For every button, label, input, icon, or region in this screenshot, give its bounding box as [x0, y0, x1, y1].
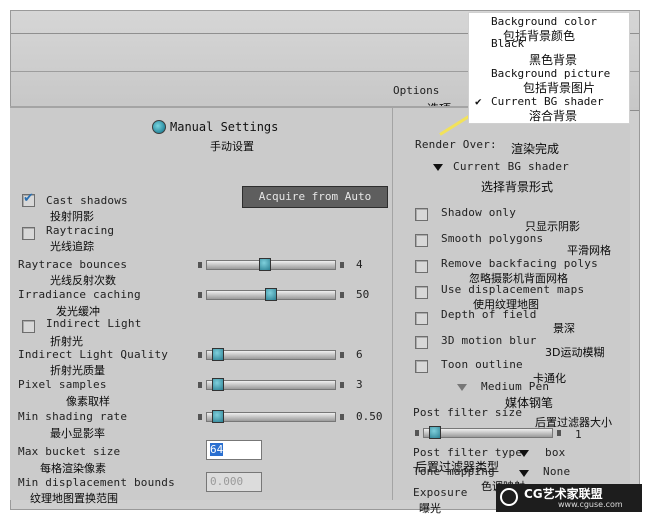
min-shading-rate-label: Min shading rate — [18, 410, 128, 423]
render-over-dropdown-arrow-icon[interactable] — [433, 164, 443, 171]
menu-item-background-picture-zh: 包括背景图片 — [523, 81, 596, 95]
depth-of-field-checkbox[interactable] — [415, 312, 428, 325]
depth-of-field-label: Depth of field — [441, 308, 537, 321]
indirect-light-quality-label: Indirect Light Quality — [18, 348, 169, 361]
watermark-logo-icon — [500, 488, 518, 506]
raytracing-label: Raytracing — [46, 224, 115, 237]
manual-settings-title: Manual Settings — [170, 120, 279, 134]
pixel-samples-value: 3 — [356, 378, 363, 391]
shadow-only-checkbox[interactable] — [415, 208, 428, 221]
irradiance-caching-label: Irradiance caching — [18, 288, 141, 301]
post-filter-type-value: box — [545, 446, 566, 459]
shadow-only-label: Shadow only — [441, 206, 517, 219]
use-displacement-checkbox[interactable] — [415, 286, 428, 299]
motion-blur-zh: 3D运动模糊 — [545, 346, 605, 359]
manual-settings-title-zh: 手动设置 — [210, 140, 254, 153]
post-filter-size-value: 1 — [575, 428, 582, 441]
render-over-zh: 渲染完成 — [511, 142, 560, 156]
raytrace-bounces-label: Raytrace bounces — [18, 258, 128, 271]
render-over-label: Render Over: — [415, 138, 497, 151]
use-displacement-label: Use displacement maps — [441, 283, 585, 296]
remove-backfacing-label: Remove backfacing polys — [441, 257, 598, 270]
indirect-light-label: Indirect Light — [46, 317, 142, 330]
max-bucket-size-label: Max bucket size — [18, 445, 121, 458]
cast-shadows-checkbox[interactable] — [22, 191, 35, 207]
pixel-samples-slider[interactable] — [198, 378, 346, 391]
indirect-light-zh: 折射光 — [50, 335, 83, 348]
post-filter-type-arrow-icon[interactable] — [519, 450, 529, 457]
tone-mapping-label: Tone mapping — [413, 465, 495, 478]
exposure-zh: 曝光 — [419, 502, 441, 515]
irradiance-caching-value: 50 — [356, 288, 370, 301]
exposure-label: Exposure — [413, 486, 468, 499]
post-filter-size-slider[interactable] — [415, 426, 565, 439]
toon-outline-checkbox[interactable] — [415, 360, 428, 373]
min-shading-rate-slider[interactable] — [198, 410, 346, 423]
tone-mapping-arrow-icon[interactable] — [519, 470, 529, 477]
slider-thumb[interactable] — [211, 378, 224, 391]
indirect-light-quality-zh: 折射光质量 — [50, 364, 105, 377]
pen-dropdown-arrow-icon[interactable] — [457, 384, 467, 391]
min-shading-rate-value: 0.50 — [356, 410, 383, 423]
menu-item-black-zh: 黑色背景 — [529, 53, 578, 67]
options-tab-label: Options — [393, 84, 440, 97]
options-panel: Render Over: 渲染完成 Current BG shader 选择背景… — [392, 106, 630, 515]
depth-of-field-zh: 景深 — [553, 322, 575, 335]
check-mark-icon: ✔ — [475, 95, 482, 108]
raytrace-bounces-zh: 光线反射次数 — [50, 274, 116, 287]
slider-thumb[interactable] — [211, 348, 224, 361]
slider-thumb[interactable] — [265, 288, 277, 301]
render-over-dropdown[interactable]: Current BG shader — [453, 160, 569, 173]
toon-outline-label: Toon outline — [441, 358, 523, 371]
motion-blur-label: 3D motion blur — [441, 334, 537, 347]
min-displacement-bounds-input[interactable]: 0.000 — [206, 472, 262, 492]
raytracing-checkbox[interactable] — [22, 227, 35, 240]
pen-dropdown[interactable]: Medium Pen — [481, 380, 549, 393]
manual-settings-radio[interactable] — [152, 120, 166, 134]
cast-shadows-label: Cast shadows — [46, 194, 128, 207]
tone-mapping-dropdown[interactable]: None — [543, 465, 570, 478]
tab-options[interactable]: Options — [393, 84, 439, 97]
raytrace-bounces-value: 4 — [356, 258, 363, 271]
remove-backfacing-checkbox[interactable] — [415, 260, 428, 273]
menu-item-current-bg-shader-zh: 溶合背景 — [529, 109, 578, 123]
menu-item-black[interactable]: Black — [491, 37, 524, 50]
raytracing-zh: 光线追踪 — [50, 240, 94, 253]
min-displacement-bounds-zh: 纹理地图置换范围 — [30, 492, 118, 505]
watermark: CG艺术家联盟 www.cguse.com — [496, 484, 642, 512]
render-over-menu: Background color 包括背景颜色 Black 黑色背景 Backg… — [468, 12, 630, 124]
manual-settings-panel: Manual Settings 手动设置 Cast shadows 投射阴影 A… — [10, 106, 396, 505]
indirect-light-quality-slider[interactable] — [198, 348, 346, 361]
max-bucket-size-zh: 每格渲染像素 — [40, 462, 106, 475]
indirect-light-quality-value: 6 — [356, 348, 363, 361]
smooth-polygons-checkbox[interactable] — [415, 234, 428, 247]
smooth-polygons-zh: 平滑网格 — [567, 244, 611, 257]
min-displacement-bounds-label: Min displacement bounds — [18, 476, 175, 489]
irradiance-caching-slider[interactable] — [198, 288, 346, 301]
watermark-url: www.cguse.com — [558, 500, 623, 509]
max-bucket-size-value: 64 — [210, 443, 224, 456]
raytrace-bounces-slider[interactable] — [198, 258, 346, 271]
slider-thumb[interactable] — [259, 258, 272, 271]
min-shading-rate-zh: 最小显影率 — [50, 427, 105, 440]
render-over-value-zh: 选择背景形式 — [481, 180, 554, 194]
max-bucket-size-input[interactable]: 64 — [206, 440, 262, 460]
slider-thumb[interactable] — [211, 410, 224, 423]
pixel-samples-zh: 像素取样 — [66, 395, 110, 408]
indirect-light-checkbox[interactable] — [22, 320, 35, 333]
slider-thumb[interactable] — [428, 426, 441, 439]
smooth-polygons-label: Smooth polygons — [441, 232, 544, 245]
acquire-from-auto-button[interactable]: Acquire from Auto — [242, 186, 388, 208]
pixel-samples-label: Pixel samples — [18, 378, 107, 391]
cast-shadows-zh: 投射阴影 — [50, 210, 94, 223]
motion-blur-checkbox[interactable] — [415, 336, 428, 349]
post-filter-size-label: Post filter size — [413, 406, 523, 419]
